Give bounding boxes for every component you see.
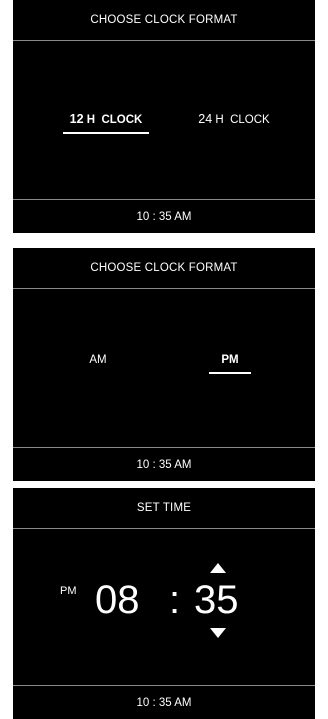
- current-time-footer: 10 : 35 AM: [13, 447, 315, 481]
- pm-option[interactable]: PM: [209, 354, 251, 374]
- am-option[interactable]: AM: [83, 354, 113, 366]
- current-time-footer: 10 : 35 AM: [13, 685, 315, 719]
- selection-underline: [63, 132, 149, 134]
- increment-arrow-icon[interactable]: [210, 563, 226, 573]
- decrement-arrow-icon[interactable]: [210, 628, 226, 638]
- option-unit: H: [215, 114, 224, 126]
- current-time: 10 : 35 AM: [136, 696, 192, 709]
- current-time: 10 : 35 AM: [136, 210, 192, 223]
- header-title: CHOOSE CLOCK FORMAT: [90, 14, 238, 26]
- option-number: 12: [69, 112, 84, 126]
- option-label: PM: [221, 354, 239, 366]
- option-label: AM: [89, 354, 107, 366]
- 12h-clock-option[interactable]: 12 H CLOCK: [63, 112, 149, 134]
- screen-header: CHOOSE CLOCK FORMAT: [13, 248, 315, 289]
- selection-underline: [209, 372, 251, 374]
- clock-format-screen: CHOOSE CLOCK FORMAT 12 H CLOCK 24 H CLOC…: [13, 0, 315, 233]
- set-time-screen: SET TIME PM 08 : 35 10 : 35 AM: [13, 488, 315, 719]
- option-label: CLOCK: [101, 114, 143, 126]
- header-title: CHOOSE CLOCK FORMAT: [90, 262, 238, 274]
- option-label: CLOCK: [230, 114, 270, 126]
- current-time-footer: 10 : 35 AM: [13, 199, 315, 233]
- screen-header: SET TIME: [13, 488, 315, 529]
- time-separator: :: [169, 578, 181, 622]
- 24h-clock-option[interactable]: 24 H CLOCK: [193, 112, 275, 126]
- minutes-value[interactable]: 35: [194, 580, 239, 620]
- ampm-indicator: PM: [60, 585, 77, 597]
- header-title: SET TIME: [136, 502, 192, 514]
- hours-value[interactable]: 08: [95, 580, 140, 620]
- screen-header: CHOOSE CLOCK FORMAT: [13, 0, 315, 41]
- option-unit: H: [86, 114, 96, 126]
- am-pm-screen: CHOOSE CLOCK FORMAT AM PM 10 : 35 AM: [13, 248, 315, 481]
- option-number: 24: [198, 112, 213, 126]
- current-time: 10 : 35 AM: [136, 458, 192, 471]
